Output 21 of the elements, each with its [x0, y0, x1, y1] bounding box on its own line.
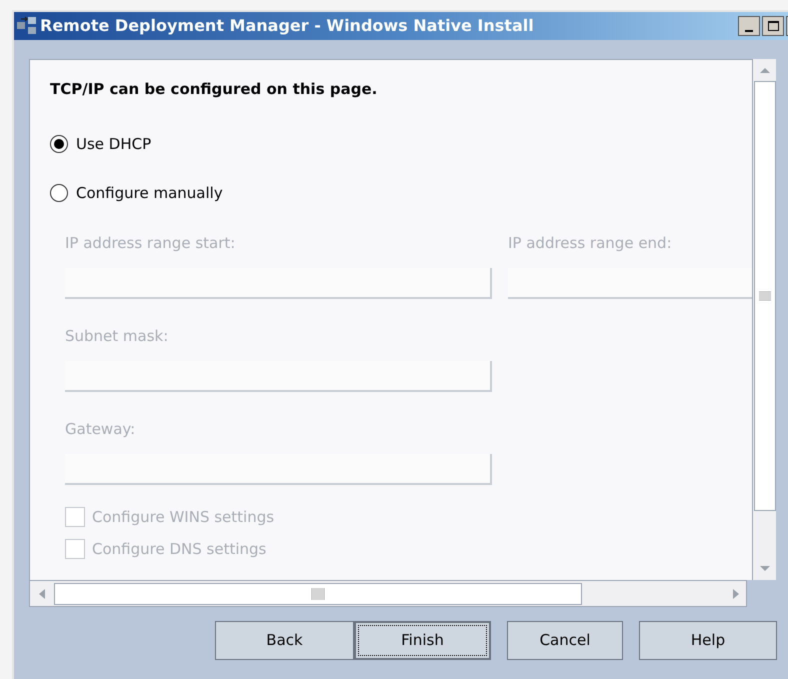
field-label: Subnet mask: — [65, 327, 170, 345]
dialog-button[interactable]: Help — [639, 621, 777, 660]
left-arrow-icon[interactable] — [38, 588, 46, 600]
vertical-scrollbar[interactable] — [752, 59, 776, 580]
dialog-button[interactable]: Back — [215, 621, 354, 660]
dialog-button[interactable]: Finish — [354, 621, 491, 660]
radio-option[interactable]: Configure manually — [50, 183, 223, 203]
right-arrow-icon[interactable] — [732, 588, 740, 600]
scroll-thumb[interactable] — [754, 81, 776, 511]
window-title: Remote Deployment Manager - Windows Native Install — [40, 15, 534, 37]
field-label: IP address range end: — [508, 234, 673, 252]
field-label: IP address range start: — [65, 234, 236, 252]
dialog-button[interactable]: Cancel — [507, 621, 623, 660]
minimize-button[interactable] — [738, 16, 760, 36]
network-computers-icon — [16, 16, 38, 36]
radio-option[interactable]: Use DHCP — [50, 134, 152, 154]
field-label: Gateway: — [65, 420, 136, 438]
horizontal-scrollbar[interactable] — [29, 580, 747, 607]
scroll-thumb[interactable] — [54, 582, 582, 604]
heading: TCP/IP can be configured on this page. — [50, 79, 378, 99]
maximize-button[interactable] — [762, 16, 784, 36]
